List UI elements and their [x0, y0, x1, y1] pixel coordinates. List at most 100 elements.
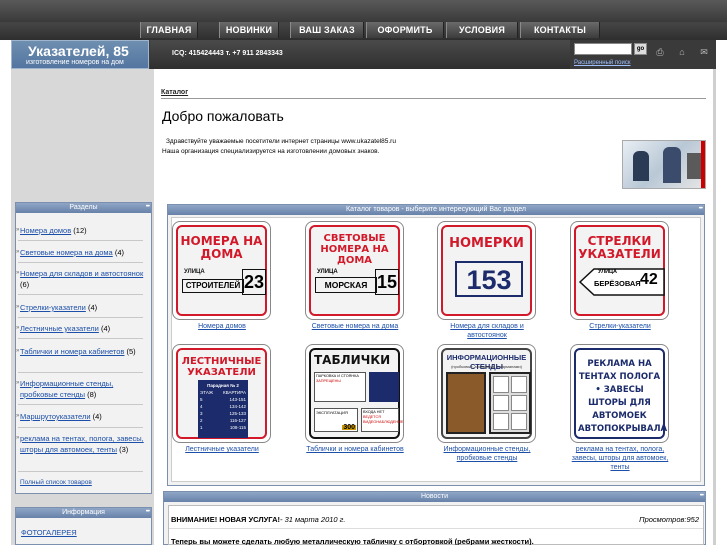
tile-stair-signs[interactable]: ЛЕСТНИЧНЫЕ УКАЗАТЕЛИ Парадная № 2 ЭТАЖ КВ… [172, 344, 271, 443]
section-count: (5) [126, 347, 136, 356]
tile-caption[interactable]: реклама на тентах, полога, завесы, шторы… [565, 445, 675, 472]
divider [18, 471, 143, 472]
section-item[interactable]: » Стрелки-указатели (4) [16, 302, 145, 313]
section-link: Номера для складов и автостоянок [20, 269, 144, 278]
full-list-text: Полный список товаров [20, 479, 92, 486]
sections-header: Разделы ••• [16, 203, 151, 213]
office-photo [622, 140, 706, 189]
news-views: Просмотров:952 [639, 515, 699, 524]
nav-new[interactable]: НОВИНКИ [219, 22, 279, 38]
news-title: Новости [420, 493, 449, 500]
news-item: ВНИМАНИЕ! НОВАЯ УСЛУГА!- 31 марта 2010 г… [168, 505, 704, 545]
contact-bar: ICQ: 415424443 т. +7 911 2843343 [150, 40, 570, 69]
nav-terms[interactable]: УСЛОВИЯ [446, 22, 518, 38]
panel-dots-icon: ••• [699, 493, 704, 499]
contact-info: ICQ: 415424443 т. +7 911 2843343 [172, 50, 283, 57]
section-link: Световые номера на дома [20, 248, 113, 257]
search-go-button[interactable]: go [634, 43, 647, 55]
section-link: Таблички и номера кабинетов [20, 347, 125, 356]
section-item[interactable]: » Световые номера на дома (4) [16, 247, 145, 258]
tile-sign-sub: (пробковые, глянцевые, с карманами) [451, 364, 522, 369]
tile-caption[interactable]: Стрелки-указатели [570, 322, 670, 331]
site-logo[interactable]: Указателей, 85 изготовление номеров на д… [11, 40, 149, 69]
section-item[interactable]: » Лестничные указатели (4) [16, 323, 145, 334]
tile-number: 15 [375, 269, 399, 295]
panel-dots-icon: ••• [145, 509, 150, 515]
section-link: Информационные стенды, пробковые стенды [20, 379, 114, 399]
nav-order[interactable]: ВАШ ЗАКАЗ [290, 22, 364, 38]
mail-icon[interactable]: ✉ [698, 46, 710, 58]
stairs-table: Парадная № 2 ЭТАЖ КВАРТИРА 5 143-151 4 134-… [198, 380, 248, 438]
panel-dots-icon: ••• [698, 206, 703, 212]
tile-light-numbers[interactable]: СВЕТОВЫЕ НОМЕРА НА ДОМА УЛИЦА МОРСКАЯ 15 [305, 221, 404, 320]
page-title: Добро пожаловать [162, 108, 284, 124]
section-count: (6) [20, 280, 30, 289]
right-border [713, 69, 716, 545]
tile-caption[interactable]: Номера домов [172, 322, 272, 331]
plate-office: ЭКСПЛУАТАЦИЯ 300 [314, 408, 358, 432]
search-input[interactable] [574, 43, 632, 55]
tile-sign-text: НОМЕРКИ [449, 236, 524, 251]
info-header: Информация ••• [16, 508, 151, 518]
plate-video: ВХОДА НЕТ ВЕДЕТСЯ ВИДЕОНАБЛЮДЕНИЕ [361, 408, 403, 432]
divider [18, 404, 143, 405]
logo-title: Указателей, 85 [28, 43, 129, 59]
plate-blue [369, 372, 399, 402]
nav-contacts[interactable]: КОНТАКТЫ [520, 22, 600, 38]
nav-home[interactable]: ГЛАВНАЯ [140, 22, 198, 38]
print-icon[interactable]: ⎙ [654, 46, 666, 58]
section-count: (4) [92, 412, 102, 421]
nav-checkout[interactable]: ОФОРМИТЬ [366, 22, 444, 38]
panel-dots-icon: ••• [145, 204, 150, 210]
tile-street-label: УЛИЦА [184, 269, 205, 275]
tile-street: БЕРЁЗОВАЯ [594, 279, 641, 288]
section-item[interactable]: » Таблички и номера кабинетов (5) [16, 346, 145, 357]
tile-sign-text: ЛЕСТНИЧНЫЕ УКАЗАТЕЛИ [181, 356, 262, 378]
section-item[interactable]: » Номера для складов и автостоянок (6) [16, 268, 145, 290]
tile-street: СТРОИТЕЛЕЙ [182, 279, 244, 293]
news-headline[interactable]: ВНИМАНИЕ! НОВАЯ УСЛУГА! [171, 515, 280, 524]
tile-caption[interactable]: Номера для складов и автостоянок [432, 322, 542, 340]
tile-caption[interactable]: Информационные стенды, пробковые стенды [432, 445, 542, 463]
tile-info-boards[interactable]: ИНФОРМАЦИОННЫЕ СТЕНДЫ (пробковые, глянце… [437, 344, 536, 443]
tile-warehouse-numbers[interactable]: НОМЕРКИ 153 [437, 221, 536, 320]
section-count: (8) [87, 390, 97, 399]
section-link: Номера домов [20, 226, 72, 235]
news-text: Теперь вы можете сделать любую металличе… [171, 537, 534, 545]
tile-tent-ads[interactable]: РЕКЛАМА НА ТЕНТАХ ПОЛОГА • ЗАВЕСЫ ШТОРЫ … [570, 344, 669, 443]
tile-sign-text: НОМЕРА НА ДОМА [180, 234, 263, 261]
sections-title: Разделы [69, 204, 98, 211]
cork-board [446, 372, 486, 434]
section-item[interactable]: » Информационные стенды, пробковые стенды… [16, 378, 145, 400]
tile-sign-text: СТРЕЛКИ УКАЗАТЕЛИ [578, 234, 661, 261]
tile-number: 42 [640, 271, 658, 288]
tile-caption[interactable]: Таблички и номера кабинетов [300, 445, 410, 454]
breadcrumb[interactable]: Каталог [161, 89, 188, 96]
news-date: - 31 марта 2010 г. [279, 515, 346, 524]
divider [18, 427, 143, 428]
tile-arrow-signs[interactable]: СТРЕЛКИ УКАЗАТЕЛИ УЛИЦА БЕРЁЗОВАЯ 42 [570, 221, 669, 320]
catalog-title: Каталог товаров - выберите интересующий … [346, 206, 526, 213]
divider [18, 240, 143, 241]
tile-plates[interactable]: ТАБЛИЧКИ ПАРКОВКА И СТОЯНКА ЗАПРЕЩЕНЫ ЭКС… [305, 344, 404, 443]
divider [18, 317, 143, 318]
section-item[interactable]: » Маршрутоуказатели (4) [16, 411, 145, 422]
section-link: Маршрутоуказатели [20, 412, 91, 421]
tile-caption[interactable]: Световые номера на дома [300, 322, 410, 331]
intro-line-1: Здравствуйте уважаемые посетители интерн… [166, 138, 396, 145]
section-item[interactable]: » Номера домов (12) [16, 225, 145, 236]
section-item[interactable]: » реклама на тентах, полога, завесы, штор… [16, 433, 145, 455]
home-icon[interactable]: ⌂ [676, 46, 688, 58]
divider [18, 372, 143, 373]
gallery-link[interactable]: ФОТОГАЛЕРЕЯ [21, 528, 77, 537]
full-list-link[interactable]: Полный список товаров [20, 477, 145, 488]
tile-caption[interactable]: Лестничные указатели [172, 445, 272, 454]
news-header: Новости ••• [164, 492, 705, 502]
info-title: Информация [62, 509, 105, 516]
logo-subtitle: изготовление номеров на дом [26, 59, 124, 66]
tile-house-numbers[interactable]: НОМЕРА НА ДОМА УЛИЦА СТРОИТЕЛЕЙ 23 [172, 221, 271, 320]
section-count: (4) [114, 248, 124, 257]
divider [18, 338, 143, 339]
section-link: Стрелки-указатели [20, 303, 86, 312]
advanced-search-link[interactable]: Расширенный поиск [574, 60, 631, 66]
